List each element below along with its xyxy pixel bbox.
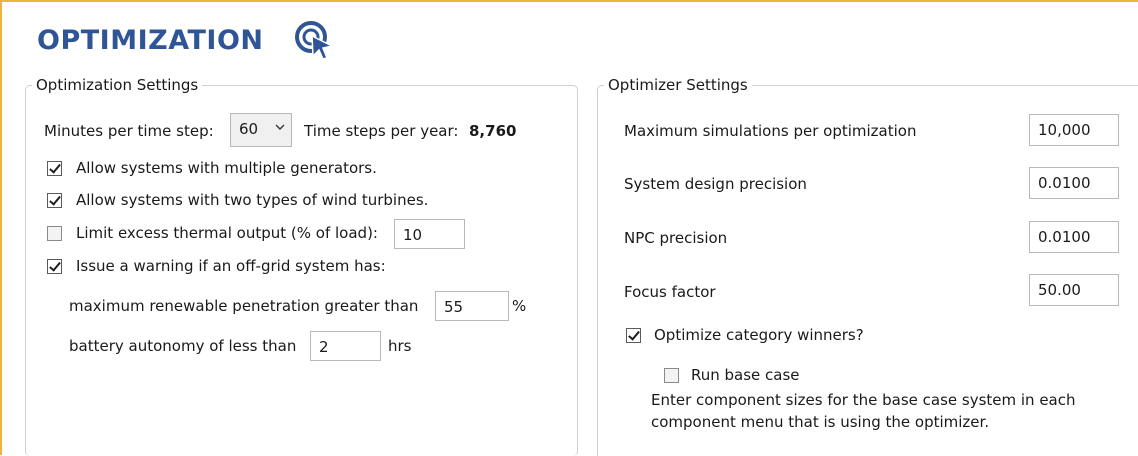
timesteps-per-year-value: 8,760 xyxy=(469,122,517,140)
chevron-down-icon xyxy=(275,124,285,130)
target-cursor-icon xyxy=(295,21,335,60)
base-case-note-line1: Enter component sizes for the base case … xyxy=(651,391,1076,409)
allow-two-wind-checkbox[interactable] xyxy=(47,193,62,208)
battery-autonomy-label: battery autonomy of less than xyxy=(69,337,297,355)
max-simulations-label: Maximum simulations per optimization xyxy=(624,122,917,140)
timesteps-per-year-label: Time steps per year: xyxy=(304,122,459,140)
npc-precision-input[interactable]: 0.0100 xyxy=(1029,221,1119,253)
limit-excess-thermal-input[interactable]: 10 xyxy=(394,219,465,249)
optimize-category-winners-label: Optimize category winners? xyxy=(654,326,864,344)
optimizer-settings-legend: Optimizer Settings xyxy=(604,75,752,95)
max-renewable-label: maximum renewable penetration greater th… xyxy=(69,297,419,315)
optimize-category-winners-checkbox[interactable] xyxy=(626,328,641,343)
max-renewable-input[interactable]: 55 xyxy=(435,291,509,321)
battery-autonomy-input[interactable]: 2 xyxy=(310,331,381,361)
minutes-per-step-label: Minutes per time step: xyxy=(44,122,214,140)
limit-excess-thermal-label: Limit excess thermal output (% of load): xyxy=(76,224,378,242)
optimization-settings-legend: Optimization Settings xyxy=(32,75,203,95)
minutes-per-step-value: 60 xyxy=(239,120,259,138)
system-precision-input[interactable]: 0.0100 xyxy=(1029,167,1119,199)
focus-factor-label: Focus factor xyxy=(624,283,716,301)
run-base-case-checkbox[interactable] xyxy=(664,368,679,383)
battery-autonomy-unit: hrs xyxy=(388,337,412,355)
limit-excess-thermal-checkbox[interactable] xyxy=(47,226,62,241)
max-renewable-unit: % xyxy=(512,297,527,315)
issue-warning-label: Issue a warning if an off-grid system ha… xyxy=(76,257,386,275)
npc-precision-label: NPC precision xyxy=(624,229,728,247)
minutes-per-step-select[interactable]: 60 xyxy=(230,113,292,147)
allow-two-wind-label: Allow systems with two types of wind tur… xyxy=(76,191,429,209)
issue-warning-checkbox[interactable] xyxy=(47,259,62,274)
base-case-note-line2: component menu that is using the optimiz… xyxy=(651,413,990,431)
allow-multiple-generators-label: Allow systems with multiple generators. xyxy=(76,159,377,177)
max-simulations-input[interactable]: 10,000 xyxy=(1029,114,1119,146)
focus-factor-input[interactable]: 50.00 xyxy=(1029,274,1119,306)
run-base-case-label: Run base case xyxy=(691,366,800,384)
page-title: OPTIMIZATION xyxy=(37,25,264,56)
system-precision-label: System design precision xyxy=(624,175,807,193)
allow-multiple-generators-checkbox[interactable] xyxy=(47,161,62,176)
